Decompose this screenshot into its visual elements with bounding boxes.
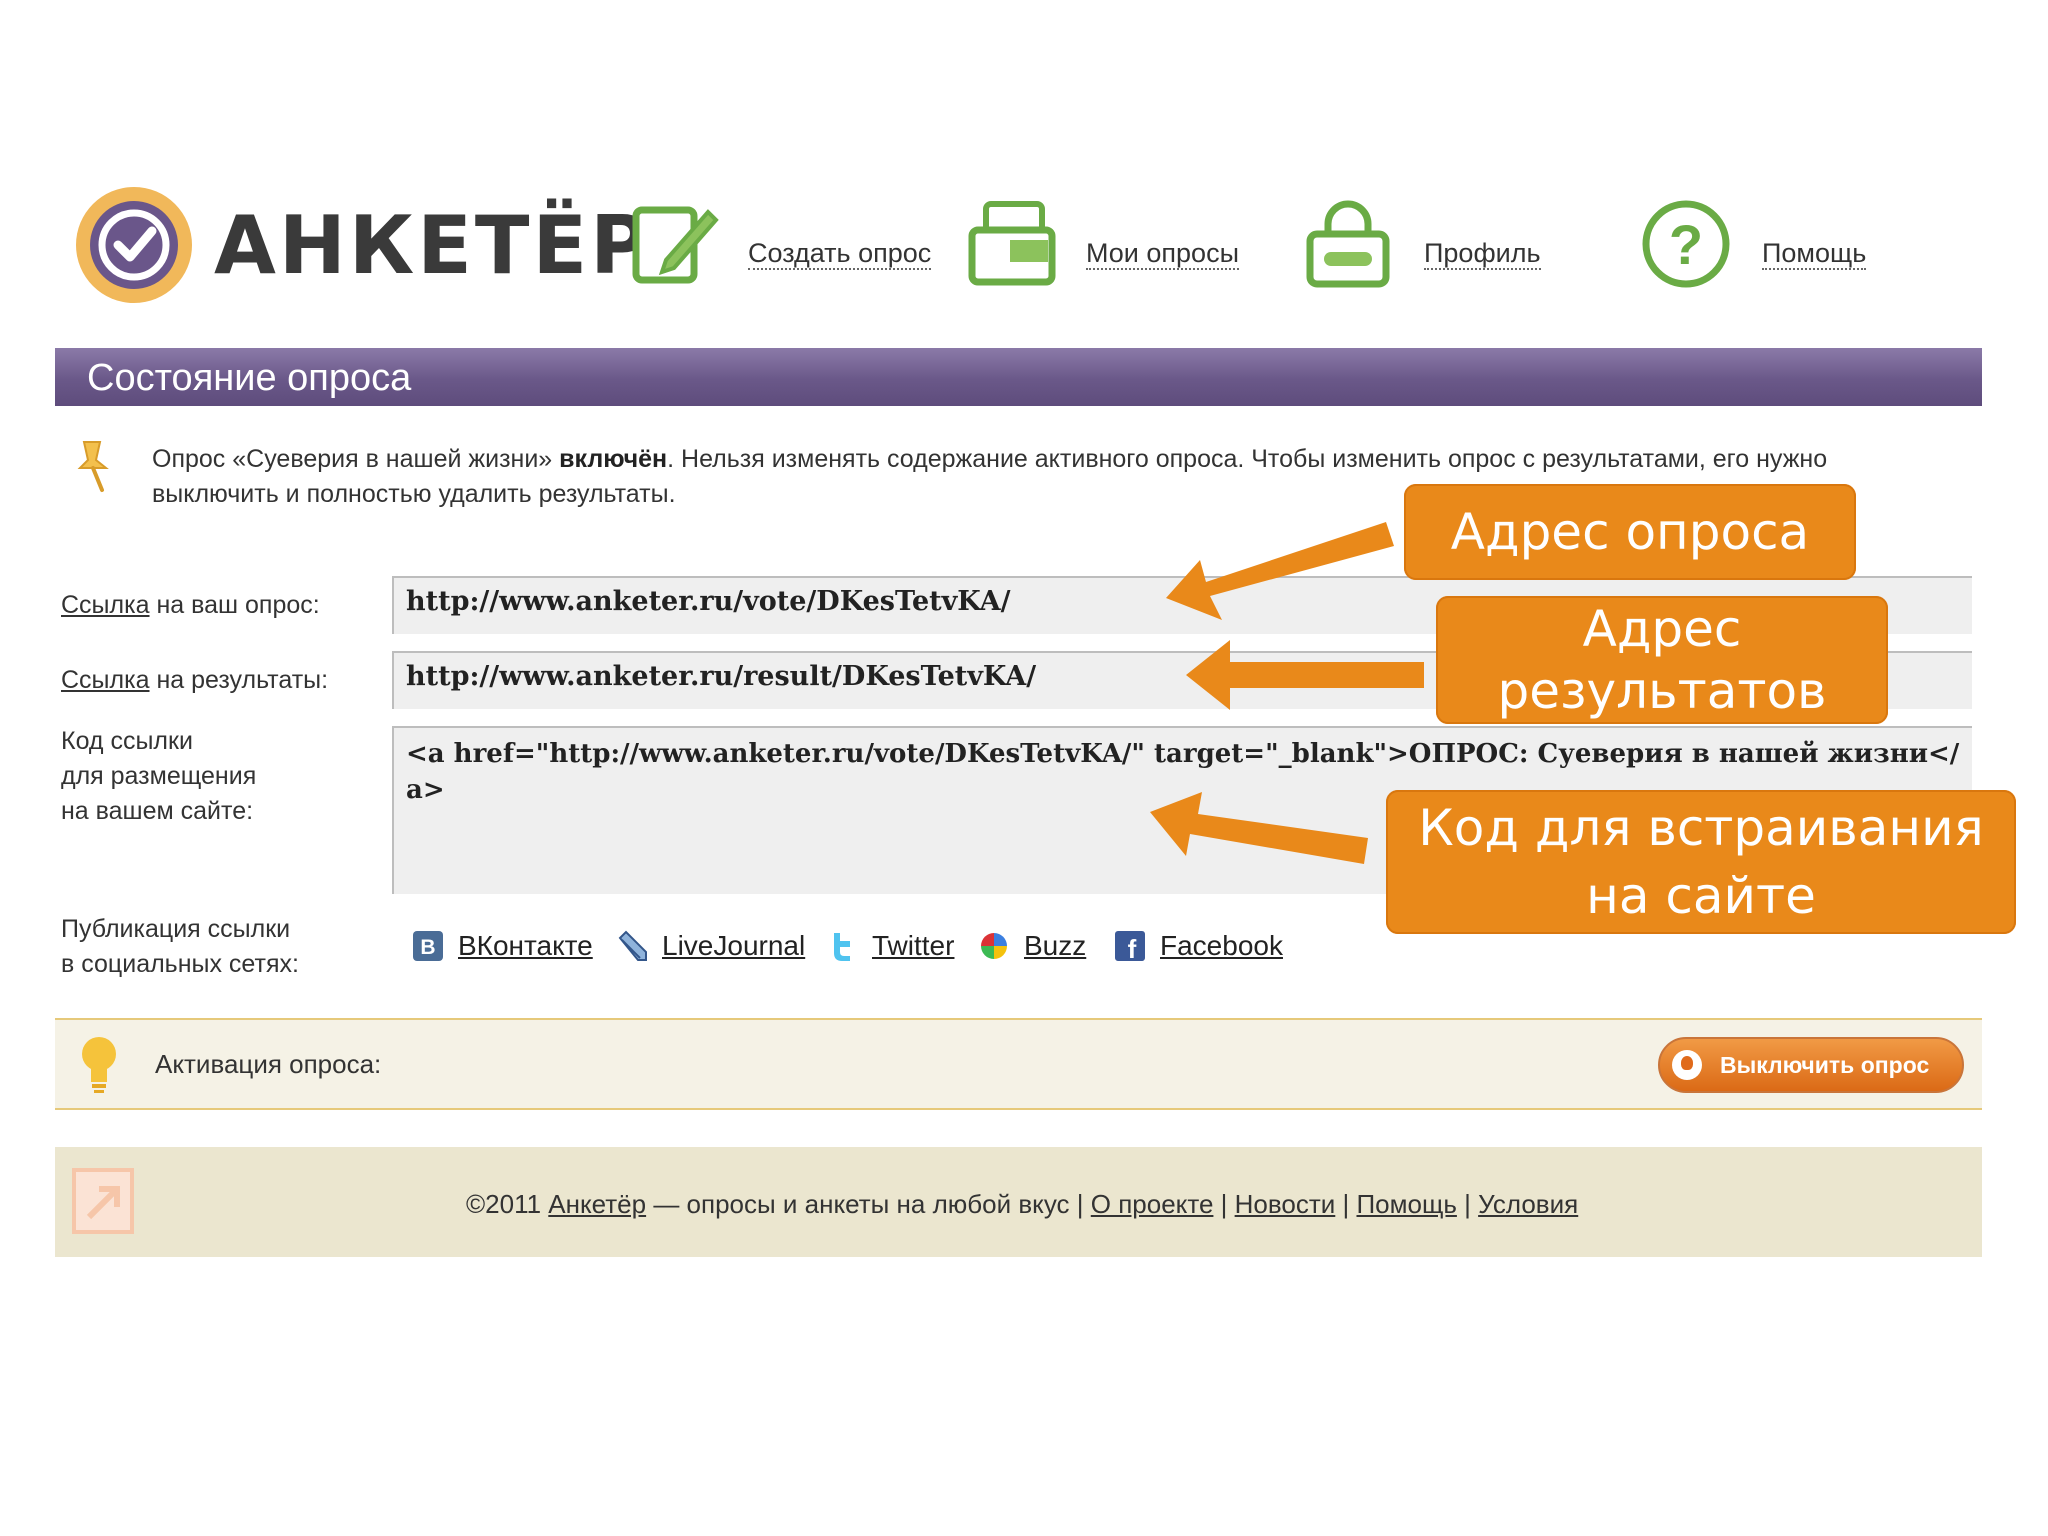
logo-text[interactable]: АНКЕТЁР [214,200,652,292]
share-livejournal-label[interactable]: LiveJournal [662,928,805,964]
share-vkontakte-label[interactable]: ВКонтакте [458,928,593,964]
folder-icon[interactable] [966,198,1058,290]
vk-icon: В [413,931,443,961]
buzz-icon [981,933,1007,959]
svg-text:?: ? [1669,213,1703,276]
footer-separator: | [1335,1189,1357,1219]
disable-poll-button[interactable]: Выключить опрос [1658,1037,1964,1093]
page-title: Состояние опроса [87,357,412,399]
footer-separator: | [1213,1189,1235,1219]
callout-embed-code: Код для встраивания на сайте [1386,790,2016,934]
notice-status-enabled: включён [559,445,668,473]
notice-text-start: Опрос «Суеверия в нашей жизни» [152,445,560,473]
twitter-icon [834,933,850,961]
pencil-icon [618,930,647,961]
vote-url-value[interactable]: http://www.anketer.ru/vote/DKesTetvKA/ [406,586,1010,617]
lock-icon[interactable] [1302,198,1394,290]
vote-link-label-rest: на ваш опрос: [149,591,320,619]
share-buzz-label[interactable]: Buzz [1024,928,1086,964]
external-link-icon[interactable] [71,1167,137,1237]
social-publish-label: Публикация ссылки в социальных сетях: [61,912,299,982]
callout-embed-line1: Код для встраивания [1418,799,1984,857]
help-icon[interactable]: ? [1640,198,1732,290]
vote-link-label: Ссылка на ваш опрос: [61,588,320,623]
result-link-label: Ссылка на результаты: [61,663,328,698]
vote-link-label-link[interactable]: Ссылка [61,591,150,619]
callout-vote-address-text: Адрес опроса [1450,503,1810,561]
share-buzz[interactable]: Buzz [978,928,1098,966]
footer-copyright: ©2011 [466,1189,549,1219]
disable-poll-button-label[interactable]: Выключить опрос [1720,1051,1929,1079]
social-label-line1: Публикация ссылки [61,915,291,943]
nav-profile[interactable]: Профиль [1424,238,1541,270]
callout-vote-address: Адрес опроса [1404,484,1856,580]
footer-terms-link[interactable]: Условия [1478,1189,1578,1219]
embed-label-line3: на вашем сайте: [61,797,254,825]
embed-label-line2: для размещения [61,762,257,790]
pin-icon [77,441,109,492]
result-link-label-link[interactable]: Ссылка [61,666,150,694]
social-label-line2: в социальных сетях: [61,950,299,978]
lightbulb-icon [82,1037,116,1093]
share-twitter-label[interactable]: Twitter [872,928,954,964]
callout-results-line1: Адрес [1582,600,1742,658]
result-url-value[interactable]: http://www.anketer.ru/result/DKesTetvKA/ [406,661,1036,692]
logo-mark[interactable] [76,187,192,303]
activation-label: Активация опроса: [155,1049,382,1079]
create-poll-icon[interactable] [628,198,720,290]
footer-about-link[interactable]: О проекте [1091,1189,1214,1219]
share-livejournal[interactable]: LiveJournal [616,928,806,966]
footer-text: ©2011 Анкетёр — опросы и анкеты на любой… [466,1188,1578,1220]
share-twitter[interactable]: Twitter [826,928,976,966]
svg-text:В: В [420,936,435,959]
facebook-icon: f [1115,931,1145,962]
result-link-label-rest: на результаты: [149,666,329,694]
footer-help-link[interactable]: Помощь [1356,1189,1456,1219]
callout-embed-line2: на сайте [1586,867,1816,925]
footer-tagline: — опросы и анкеты на любой вкус | [646,1189,1091,1219]
share-facebook-label[interactable]: Facebook [1160,928,1283,964]
share-vkontakte[interactable]: В ВКонтакте [412,928,593,966]
embed-code-label: Код ссылки для размещения на вашем сайте… [61,724,256,829]
share-facebook[interactable]: f Facebook [1114,928,1294,966]
checkmark-icon [98,209,170,281]
nav-help[interactable]: Помощь [1762,238,1867,270]
footer-news-link[interactable]: Новости [1235,1189,1336,1219]
callout-results-address: Адрес результатов [1436,596,1888,724]
embed-label-line1: Код ссылки [61,727,193,755]
svg-text:f: f [1128,934,1137,962]
callout-results-line2: результатов [1497,662,1827,720]
nav-create-poll[interactable]: Создать опрос [748,238,932,270]
footer-separator: | [1456,1189,1479,1219]
power-icon [1672,1050,1702,1080]
nav-my-polls[interactable]: Мои опросы [1086,238,1239,270]
footer-site-link[interactable]: Анкетёр [548,1189,646,1219]
section-title-bar: Состояние опроса [55,348,1982,406]
